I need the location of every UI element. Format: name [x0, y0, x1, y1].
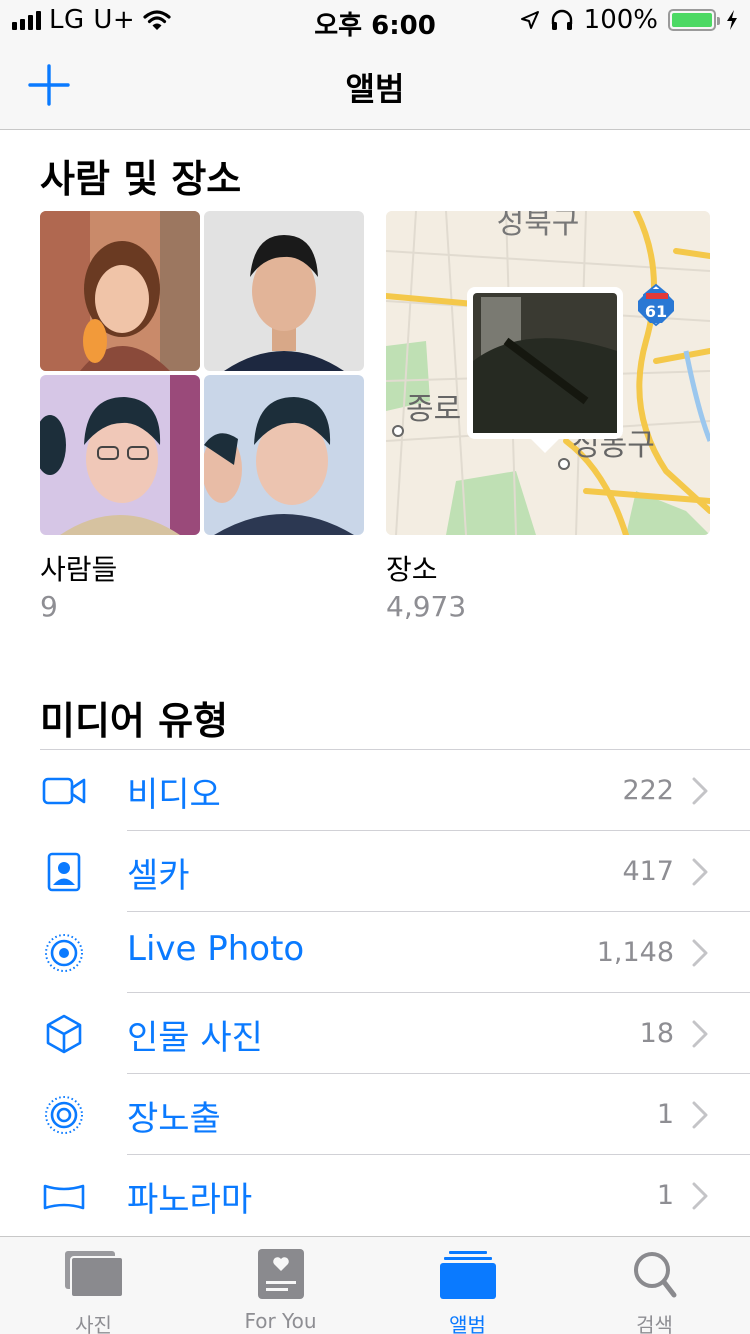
media-row-videos[interactable]: 비디오 222 — [0, 749, 750, 830]
chevron-right-icon — [692, 858, 708, 886]
places-album-label: 장소 — [386, 553, 438, 586]
chevron-right-icon — [692, 777, 708, 805]
tab-for-you[interactable]: For You — [187, 1237, 374, 1334]
people-album-thumbnail[interactable] — [40, 211, 364, 535]
long-exposure-icon — [45, 1096, 83, 1134]
media-row-label: 셀카 — [127, 856, 190, 896]
chevron-right-icon — [692, 1020, 708, 1048]
for-you-tab-icon — [257, 1249, 304, 1299]
chevron-right-icon — [692, 939, 708, 967]
media-row-selfies[interactable]: 셀카 417 — [0, 830, 750, 911]
map-label: 성북구 — [497, 211, 580, 241]
page-title: 앨범 — [345, 70, 405, 108]
places-album-thumbnail[interactable]: 성북구 종로 성동구 61 — [386, 211, 710, 535]
person-thumbnail — [40, 211, 200, 371]
media-types-heading: 미디어 유형 — [40, 699, 229, 743]
media-row-label: 인물 사진 — [127, 1018, 263, 1058]
navigation-bar: 앨범 — [0, 40, 750, 130]
portrait-cube-icon — [46, 1014, 82, 1054]
tab-label: 사진 — [75, 1313, 112, 1334]
panorama-icon — [43, 1184, 85, 1210]
media-row-live-photos[interactable]: Live Photo 1,148 — [0, 911, 750, 992]
battery-percent: 100% — [583, 5, 658, 35]
media-row-count: 1 — [656, 1180, 674, 1211]
media-row-portrait[interactable]: 인물 사진 18 — [0, 992, 750, 1073]
status-right: 100% — [520, 5, 738, 35]
route-shield-label: 61 — [645, 302, 667, 321]
person-thumbnail — [40, 375, 200, 535]
location-arrow-icon — [520, 11, 539, 29]
tab-label: 검색 — [636, 1313, 673, 1334]
tab-label: For You — [244, 1309, 317, 1333]
person-thumbnail — [204, 211, 364, 371]
places-album-count: 4,973 — [386, 590, 467, 623]
tab-search[interactable]: 검색 — [561, 1237, 748, 1334]
media-row-count: 1,148 — [596, 937, 674, 968]
search-tab-icon — [633, 1252, 676, 1298]
tab-albums[interactable]: 앨범 — [374, 1237, 561, 1334]
map-icon: 성북구 종로 성동구 61 — [386, 211, 710, 535]
tab-photos[interactable]: 사진 — [0, 1237, 187, 1334]
photos-tab-icon — [64, 1251, 124, 1298]
media-row-count: 1 — [656, 1099, 674, 1130]
map-label: 종로 — [406, 392, 461, 427]
media-row-panoramas[interactable]: 파노라마 1 — [0, 1154, 750, 1235]
tab-label: 앨범 — [449, 1313, 486, 1334]
media-row-label: 파노라마 — [127, 1180, 253, 1220]
person-thumbnail — [204, 375, 364, 535]
battery-fill — [672, 13, 712, 27]
media-types-list: 비디오 222 셀카 417 Live Photo 1,148 인물 사진 18… — [0, 749, 750, 1235]
people-album-label: 사람들 — [40, 553, 118, 586]
video-camera-icon — [42, 777, 86, 805]
people-places-heading: 사람 및 장소 — [40, 157, 242, 201]
selfie-portrait-icon — [47, 852, 81, 892]
people-album-count: 9 — [40, 590, 58, 623]
live-photo-icon — [45, 934, 83, 972]
media-row-count: 222 — [622, 775, 674, 806]
chevron-right-icon — [692, 1101, 708, 1129]
headphones-icon — [551, 9, 572, 30]
media-row-label: 비디오 — [127, 775, 221, 815]
media-row-long-exposure[interactable]: 장노출 1 — [0, 1073, 750, 1154]
media-row-label: 장노출 — [127, 1099, 221, 1139]
media-row-label: Live Photo — [127, 929, 305, 969]
albums-tab-icon — [439, 1251, 496, 1299]
chevron-right-icon — [692, 1182, 708, 1210]
battery-icon — [668, 9, 720, 31]
media-row-count: 417 — [622, 856, 674, 887]
status-bar: LG U+ 오후 6:00 100% — [0, 0, 750, 41]
tab-bar: 사진 For You 앨범 검색 — [0, 1236, 750, 1334]
charging-bolt-icon — [727, 10, 737, 30]
media-row-count: 18 — [639, 1018, 674, 1049]
